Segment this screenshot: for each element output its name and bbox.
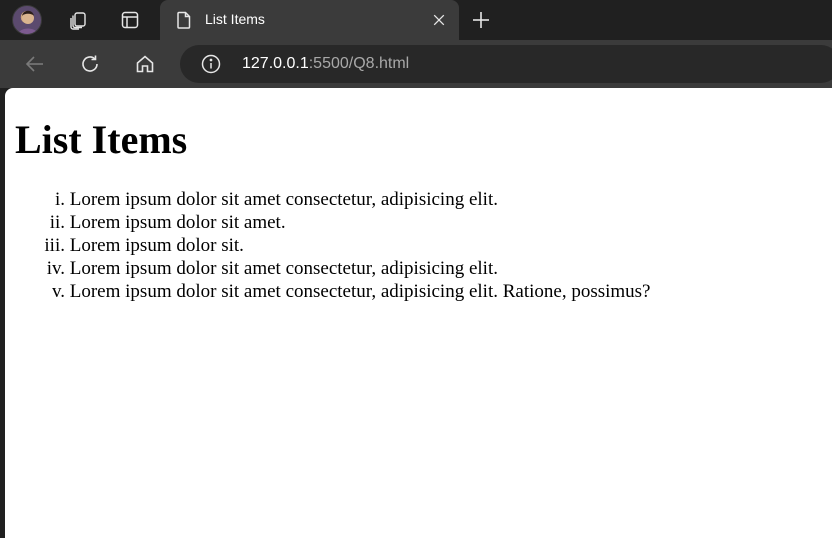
page-viewport: List Items i. Lorem ipsum dolor sit amet…: [5, 88, 832, 538]
url-path: :5500/Q8.html: [308, 55, 410, 72]
url-host: 127.0.0.1: [242, 55, 309, 72]
close-icon[interactable]: [429, 10, 449, 30]
list-marker: iii.: [44, 235, 65, 256]
address-bar[interactable]: 127.0.0.1:5500/Q8.html: [180, 45, 832, 83]
list-item-text: Lorem ipsum dolor sit.: [69, 235, 244, 256]
url-text[interactable]: 127.0.0.1:5500/Q8.html: [242, 55, 409, 73]
list-item-text: Lorem ipsum dolor sit amet consectetur, …: [69, 258, 498, 279]
browser-toolbar: 127.0.0.1:5500/Q8.html: [0, 40, 832, 88]
list-item: iii. Lorem ipsum dolor sit.: [15, 234, 651, 257]
list-item-text: Lorem ipsum dolor sit amet.: [69, 212, 286, 233]
workspaces-icon[interactable]: [64, 6, 92, 34]
list-marker: v.: [51, 281, 65, 302]
roman-ordered-list: i. Lorem ipsum dolor sit amet consectetu…: [15, 188, 651, 303]
page-heading: List Items: [15, 117, 188, 162]
list-item-text: Lorem ipsum dolor sit amet consectetur, …: [69, 281, 651, 302]
list-marker: i.: [54, 189, 65, 210]
page-document-icon: [174, 10, 194, 30]
list-item: i. Lorem ipsum dolor sit amet consectetu…: [15, 188, 651, 211]
list-item: v. Lorem ipsum dolor sit amet consectetu…: [15, 280, 651, 303]
tab-actions-icon[interactable]: [116, 6, 144, 34]
home-icon[interactable]: [131, 50, 159, 78]
list-marker: iv.: [46, 258, 65, 279]
tab-title: List Items: [205, 11, 265, 27]
list-item: ii. Lorem ipsum dolor sit amet.: [15, 211, 651, 234]
info-icon[interactable]: [200, 53, 222, 75]
active-tab[interactable]: List Items: [160, 0, 459, 40]
list-item: iv. Lorem ipsum dolor sit amet consectet…: [15, 257, 651, 280]
list-marker: ii.: [49, 212, 65, 233]
reload-icon[interactable]: [76, 50, 104, 78]
profile-avatar-icon[interactable]: [12, 5, 42, 35]
back-arrow-icon[interactable]: [21, 50, 49, 78]
tab-strip: List Items: [0, 0, 832, 40]
plus-icon[interactable]: [467, 6, 495, 34]
list-item-text: Lorem ipsum dolor sit amet consectetur, …: [69, 189, 498, 210]
